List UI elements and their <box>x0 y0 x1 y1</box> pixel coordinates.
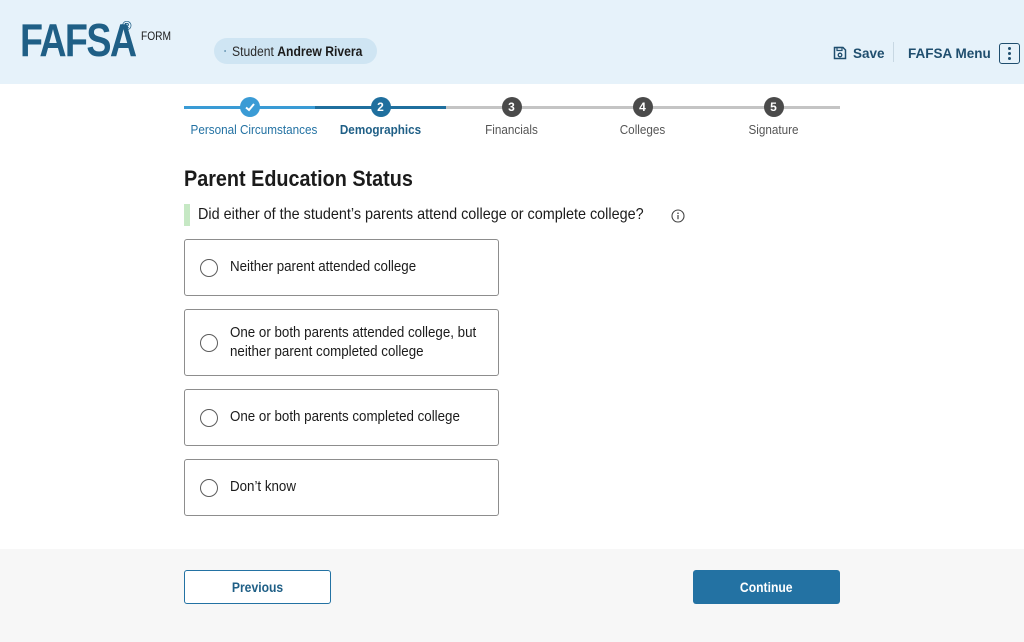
progress-stepper: Personal Circumstances 2 Demographics 3 … <box>184 96 840 146</box>
option-label: One or both parents attended college, bu… <box>230 324 477 360</box>
menu-label: FAFSA Menu <box>908 45 991 61</box>
fafsa-menu-button[interactable]: FAFSA Menu <box>908 42 1020 64</box>
step-number: 4 <box>632 97 653 117</box>
student-graduate-icon <box>224 50 226 52</box>
option-label: Neither parent attended college <box>230 259 417 275</box>
radio-option-attended-not-completed[interactable]: One or both parents attended college, bu… <box>184 309 499 376</box>
question-text: Did either of the student’s parents atte… <box>198 206 644 223</box>
header-divider <box>893 42 894 62</box>
registered-mark: ® <box>122 18 132 33</box>
option-label: One or both parents completed college <box>230 409 460 425</box>
step-number: 5 <box>763 97 784 117</box>
step-demographics[interactable]: 2 Demographics <box>315 96 446 137</box>
student-badge: Student Andrew Rivera <box>214 38 377 64</box>
radio-button[interactable] <box>200 333 218 352</box>
step-label: Demographics <box>339 122 422 137</box>
radio-option-neither-attended[interactable]: Neither parent attended college <box>184 239 499 296</box>
previous-label: Previous <box>231 579 284 595</box>
previous-button[interactable]: Previous <box>184 570 331 604</box>
footer <box>0 549 1024 642</box>
step-label: Financials <box>485 122 538 137</box>
radio-button[interactable] <box>200 478 218 497</box>
floppy-disk-icon <box>833 46 847 60</box>
step-label: Signature <box>748 122 799 137</box>
option-label: Don’t know <box>230 479 296 495</box>
radio-button[interactable] <box>200 408 218 427</box>
save-button[interactable]: Save <box>833 44 885 62</box>
step-label: Colleges <box>619 122 666 137</box>
logo-form-label: FORM <box>141 29 172 43</box>
question-accent-bar <box>184 204 190 226</box>
radio-button[interactable] <box>200 258 218 277</box>
step-signature: 5 Signature <box>708 96 839 137</box>
step-colleges: 4 Colleges <box>577 96 708 137</box>
save-label: Save <box>853 45 885 61</box>
radio-option-dont-know[interactable]: Don’t know <box>184 459 499 516</box>
step-personal-circumstances[interactable]: Personal Circumstances <box>184 96 318 137</box>
step-number: 3 <box>501 97 522 117</box>
step-financials: 3 Financials <box>446 96 577 137</box>
page-title: Parent Education Status <box>184 166 413 191</box>
continue-button[interactable]: Continue <box>693 570 840 604</box>
question: Did either of the student’s parents atte… <box>184 204 693 226</box>
step-label: Personal Circumstances <box>190 122 318 137</box>
info-circle-icon[interactable] <box>671 209 685 223</box>
step-number: 2 <box>370 97 391 117</box>
checkmark-icon <box>239 97 260 117</box>
radio-option-completed[interactable]: One or both parents completed college <box>184 389 499 446</box>
continue-label: Continue <box>740 579 793 595</box>
student-label: Student Andrew Rivera <box>232 44 362 59</box>
student-role: Student <box>232 43 275 59</box>
header: FAFSA ® FORM Student Andrew Rivera Save … <box>0 0 1024 84</box>
kebab-menu-icon <box>998 42 1020 64</box>
student-name: Andrew Rivera <box>277 43 363 59</box>
fafsa-logo[interactable]: FAFSA <box>20 14 137 66</box>
